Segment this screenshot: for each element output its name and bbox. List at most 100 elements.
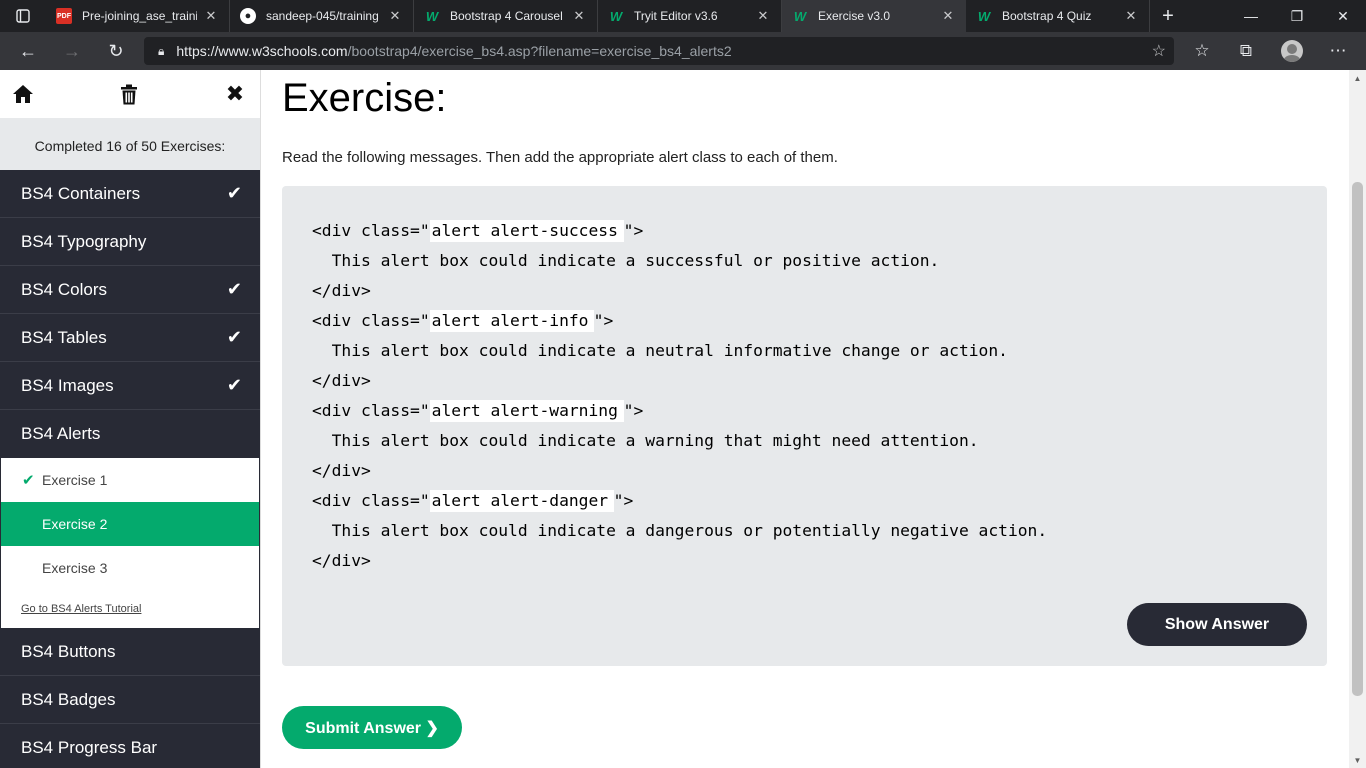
checkmark-icon: ✔ [226,327,242,347]
add-favorite-icon[interactable]: ☆ [1152,41,1166,61]
sidebar-item-label: BS4 Tables [21,327,107,347]
tab-actions-icon[interactable] [0,0,46,32]
code-text: <div class=" [312,311,430,330]
w3schools-icon: W [425,8,439,24]
close-icon[interactable]: ✕ [940,8,956,24]
sidebar-item-bs4-typography[interactable]: BS4 Typography [0,218,260,266]
checkmark-icon: ✔ [226,375,242,395]
checkmark-icon: ✔ [226,279,242,299]
sidebar-toolbar: ✖ [0,70,260,118]
browser-tab[interactable]: W Tryit Editor v3.6 ✕ [598,0,782,32]
code-line: </div> [312,371,371,390]
exercise-instruction: Read the following messages. Then add th… [282,149,838,166]
show-answer-button[interactable]: Show Answer [1127,603,1307,646]
github-icon: ● [240,8,256,24]
sidebar-item-bs4-badges[interactable]: BS4 Badges [0,676,260,724]
page-title: Exercise: [282,76,447,120]
tab-title: Bootstrap 4 Quiz [1002,9,1092,23]
sidebar-item-label: BS4 Badges [21,689,116,709]
tab-title: Tryit Editor v3.6 [634,9,718,23]
scrollbar-thumb[interactable] [1352,182,1363,696]
sidebar-item-bs4-progress-bar[interactable]: BS4 Progress Bar [0,724,260,768]
submit-answer-button[interactable]: Submit Answer ❯ [282,706,462,749]
tab-title: Bootstrap 4 Carousel [450,9,563,23]
code-text: "> [593,311,614,330]
close-icon[interactable]: ✕ [203,8,219,24]
sidebar-item-bs4-colors[interactable]: BS4 Colors ✔ [0,266,260,314]
pdf-icon: PDF [56,8,72,24]
browser-tab-bar: PDF Pre-joining_ase_training ✕ ● sandeep… [0,0,1366,32]
code-line: This alert box could indicate a warning … [312,431,979,450]
browser-toolbar: ← → ↻ 🔒︎ https://www.w3schools.com/boots… [0,32,1366,70]
code-text: <div class=" [312,491,430,510]
code-line: </div> [312,551,371,570]
exercise-item-2[interactable]: Exercise 2 [1,502,259,546]
exercise-item-1[interactable]: ✔ Exercise 1 [1,458,259,502]
code-line: <div class=" "> [312,216,1047,246]
code-line: This alert box could indicate a successf… [312,251,940,270]
sidebar-item-label: BS4 Alerts [21,424,101,443]
sidebar-item-bs4-alerts[interactable]: BS4 Alerts [0,410,260,458]
scroll-up-icon[interactable]: ▲ [1349,70,1366,86]
exercise-item-3[interactable]: Exercise 3 [1,546,259,590]
close-icon[interactable]: ✖ [222,81,248,107]
browser-tab[interactable]: W Bootstrap 4 Carousel ✕ [414,0,598,32]
window-close-icon[interactable]: ✕ [1320,0,1366,32]
exercise-label: Exercise 1 [42,472,108,488]
lock-icon: 🔒︎ [158,43,165,58]
scroll-down-icon[interactable]: ▼ [1349,752,1366,768]
sidebar-item-label: BS4 Typography [21,231,147,251]
sidebar-item-bs4-tables[interactable]: BS4 Tables ✔ [0,314,260,362]
sidebar-item-bs4-images[interactable]: BS4 Images ✔ [0,362,260,410]
home-icon[interactable] [10,81,36,107]
checkmark-icon: ✔ [226,183,242,203]
browser-tab[interactable]: ● sandeep-045/training ✕ [230,0,414,32]
tutorial-link[interactable]: Go to BS4 Alerts Tutorial [1,590,259,628]
code-line: This alert box could indicate a neutral … [312,341,1008,360]
back-icon[interactable]: ← [6,32,50,70]
tab-title: Pre-joining_ase_training [82,9,197,23]
forward-icon[interactable]: → [50,32,94,70]
menu-icon[interactable]: ⋯ [1316,32,1360,70]
tab-title: sandeep-045/training [266,9,379,23]
exercise-label: Exercise 3 [42,560,108,576]
close-icon[interactable]: ✕ [755,8,771,24]
alerts-exercise-list: ✔ Exercise 1 Exercise 2 Exercise 3 Go to… [0,458,260,628]
profile-icon[interactable] [1270,32,1314,70]
close-icon[interactable]: ✕ [1123,8,1139,24]
answer-input-4[interactable] [429,489,614,512]
page-scrollbar[interactable]: ▲ ▼ [1349,70,1366,768]
browser-tab-active[interactable]: W Exercise v3.0 ✕ [782,0,966,32]
refresh-icon[interactable]: ↻ [94,32,138,70]
new-tab-icon[interactable]: + [1150,0,1186,32]
code-line: <div class=" "> [312,396,1047,426]
sidebar-item-label: BS4 Images [21,375,114,395]
code-line: <div class=" "> [312,306,1047,336]
exercise-progress: Completed 16 of 50 Exercises: [0,118,260,170]
exercise-main: Exercise: Read the following messages. T… [261,70,1349,768]
answer-input-3[interactable] [429,399,624,422]
sidebar-item-bs4-containers[interactable]: BS4 Containers ✔ [0,170,260,218]
code-block: <div class=" "> This alert box could indi… [312,216,1047,576]
address-bar[interactable]: 🔒︎ https://www.w3schools.com/bootstrap4/… [144,37,1174,65]
minimize-icon[interactable]: — [1228,0,1274,32]
url-path: /bootstrap4/exercise_bs4.asp?filename=ex… [347,43,732,59]
close-icon[interactable]: ✕ [571,8,587,24]
close-icon[interactable]: ✕ [387,8,403,24]
code-text: <div class=" [312,221,430,240]
code-text: "> [613,491,634,510]
sidebar-item-label: BS4 Colors [21,279,107,299]
browser-tab[interactable]: W Bootstrap 4 Quiz ✕ [966,0,1150,32]
favorites-icon[interactable]: ☆ [1180,32,1224,70]
trash-icon[interactable] [116,81,142,107]
answer-input-1[interactable] [429,219,624,242]
restore-icon[interactable]: ❐ [1274,0,1320,32]
answer-input-2[interactable] [429,309,594,332]
code-text: "> [623,401,644,420]
checkmark-icon: ✔ [22,472,35,489]
exercise-label: Exercise 2 [42,516,108,532]
browser-tab[interactable]: PDF Pre-joining_ase_training ✕ [46,0,230,32]
sidebar-item-bs4-buttons[interactable]: BS4 Buttons [0,628,260,676]
code-text: <div class=" [312,401,430,420]
collections-icon[interactable]: ⧉ [1224,32,1268,70]
